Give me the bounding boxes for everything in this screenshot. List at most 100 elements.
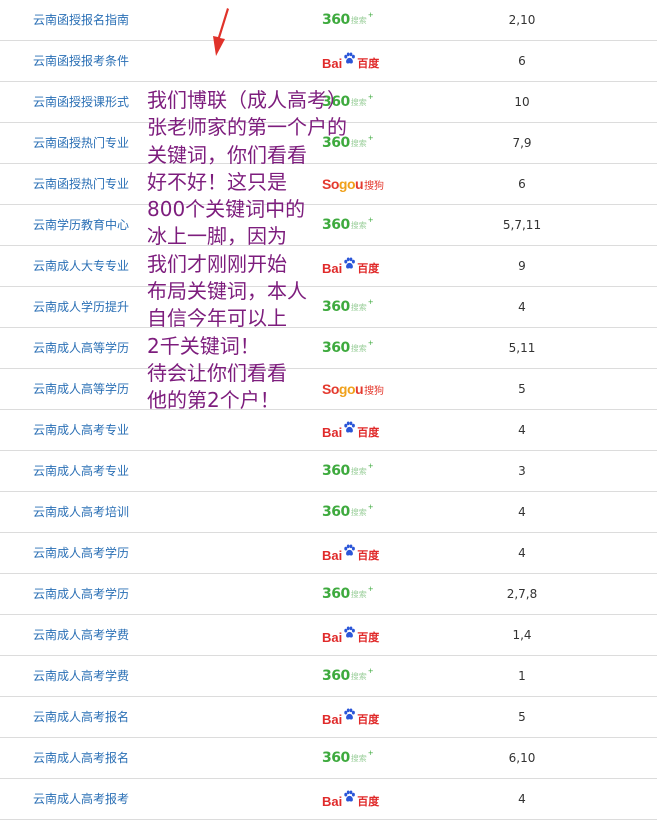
table-row: 云南成人高等学历 360 搜索 + 5,11 <box>0 328 657 369</box>
rank-positions: 5,11 <box>508 341 536 355</box>
rank-positions: 4 <box>518 792 526 806</box>
baidu-paw-icon <box>344 420 356 432</box>
keyword-ranking-table: 云南函授报名指南 360 搜索 + 2,10 云南函授报考条件 Bai 百度 6 云南函… <box>0 0 657 820</box>
search-engine-cell: Bai 百度 <box>322 246 392 286</box>
rank-positions: 6,10 <box>508 751 536 765</box>
table-row: 云南成人高考专业 360 搜索 + 3 <box>0 451 657 492</box>
keyword-link[interactable]: 云南学历教育中心 <box>33 205 129 245</box>
search-engine-cell: Bai 百度 <box>322 410 392 450</box>
sogou-logo: So go u 搜狗 <box>322 381 385 397</box>
360-search-logo: 360 搜索 + <box>322 749 374 766</box>
keyword-link[interactable]: 云南成人高考报名 <box>33 738 129 778</box>
360-search-logo: 360 搜索 + <box>322 503 374 520</box>
sogou-logo: So go u 搜狗 <box>322 176 385 192</box>
search-engine-cell: 360 搜索 + <box>322 82 392 122</box>
keyword-link[interactable]: 云南函授报名指南 <box>33 0 129 40</box>
baidu-paw-icon <box>344 625 356 637</box>
search-engine-cell: 360 搜索 + <box>322 287 392 327</box>
keyword-link[interactable]: 云南成人大专专业 <box>33 246 129 286</box>
keyword-link[interactable]: 云南函授热门专业 <box>33 164 129 204</box>
table-row: 云南成人高考培训 360 搜索 + 4 <box>0 492 657 533</box>
rank-positions: 6 <box>518 54 526 68</box>
360-search-logo: 360 搜索 + <box>322 11 374 28</box>
keyword-link[interactable]: 云南成人高考专业 <box>33 410 129 450</box>
table-row: 云南成人大专专业 Bai 百度 9 <box>0 246 657 287</box>
table-row: 云南学历教育中心 360 搜索 + 5,7,11 <box>0 205 657 246</box>
keyword-link[interactable]: 云南成人高等学历 <box>33 328 129 368</box>
search-engine-cell: Bai 百度 <box>322 779 392 819</box>
search-engine-cell: 360 搜索 + <box>322 738 392 778</box>
360-search-logo: 360 搜索 + <box>322 585 374 602</box>
baidu-paw-icon <box>344 256 356 268</box>
rank-positions: 4 <box>518 505 526 519</box>
rank-positions: 9 <box>518 259 526 273</box>
table-row: 云南函授报名指南 360 搜索 + 2,10 <box>0 0 657 41</box>
rank-positions: 6 <box>518 177 526 191</box>
rank-positions: 5 <box>518 382 526 396</box>
baidu-paw-icon <box>344 51 356 63</box>
keyword-link[interactable]: 云南函授授课形式 <box>33 82 129 122</box>
table-row: 云南成人学历提升 360 搜索 + 4 <box>0 287 657 328</box>
keyword-link[interactable]: 云南函授热门专业 <box>33 123 129 163</box>
keyword-link[interactable]: 云南函授报考条件 <box>33 41 129 81</box>
search-engine-cell: 360 搜索 + <box>322 205 392 245</box>
rank-positions: 5 <box>518 710 526 724</box>
keyword-link[interactable]: 云南成人高等学历 <box>33 369 129 409</box>
table-row: 云南成人高考报名 360 搜索 + 6,10 <box>0 738 657 779</box>
table-row: 云南函授热门专业 360 搜索 + 7,9 <box>0 123 657 164</box>
search-engine-cell: 360 搜索 + <box>322 328 392 368</box>
search-engine-cell: 360 搜索 + <box>322 123 392 163</box>
baidu-logo: Bai 百度 <box>322 699 379 739</box>
search-engine-cell: So go u 搜狗 <box>322 369 392 409</box>
search-engine-cell: So go u 搜狗 <box>322 164 392 204</box>
table-row: 云南成人高考报名 Bai 百度 5 <box>0 697 657 738</box>
keyword-link[interactable]: 云南成人高考培训 <box>33 492 129 532</box>
baidu-paw-icon <box>344 707 356 719</box>
table-row: 云南成人高考学历 360 搜索 + 2,7,8 <box>0 574 657 615</box>
rank-positions: 5,7,11 <box>502 218 542 232</box>
keyword-link[interactable]: 云南成人高考报考 <box>33 779 129 819</box>
rank-positions: 7,9 <box>512 136 532 150</box>
baidu-logo: Bai 百度 <box>322 248 379 288</box>
360-search-logo: 360 搜索 + <box>322 298 374 315</box>
table-row: 云南函授报考条件 Bai 百度 6 <box>0 41 657 82</box>
red-arrow-icon <box>213 8 229 56</box>
keyword-link[interactable]: 云南成人高考学历 <box>33 574 129 614</box>
table-row: 云南函授授课形式 360 搜索 + 10 <box>0 82 657 123</box>
search-engine-cell: 360 搜索 + <box>322 451 392 491</box>
rank-positions: 1 <box>518 669 526 683</box>
baidu-logo: Bai 百度 <box>322 617 379 657</box>
rank-positions: 2,7,8 <box>506 587 538 601</box>
360-search-logo: 360 搜索 + <box>322 134 374 151</box>
baidu-logo: Bai 百度 <box>322 535 379 575</box>
table-row: 云南成人高考专业 Bai 百度 4 <box>0 410 657 451</box>
keyword-link[interactable]: 云南成人高考学费 <box>33 615 129 655</box>
rank-positions: 4 <box>518 546 526 560</box>
search-engine-cell: Bai 百度 <box>322 533 392 573</box>
360-search-logo: 360 搜索 + <box>322 667 374 684</box>
rank-positions: 10 <box>514 95 530 109</box>
search-engine-cell: Bai 百度 <box>322 615 392 655</box>
keyword-link[interactable]: 云南成人高考学费 <box>33 656 129 696</box>
keyword-link[interactable]: 云南成人高考专业 <box>33 451 129 491</box>
360-search-logo: 360 搜索 + <box>322 93 374 110</box>
table-row: 云南函授热门专业 So go u 搜狗 6 <box>0 164 657 205</box>
search-engine-cell: 360 搜索 + <box>322 0 392 40</box>
keyword-link[interactable]: 云南成人高考学历 <box>33 533 129 573</box>
rank-positions: 2,10 <box>508 13 536 27</box>
search-engine-cell: Bai 百度 <box>322 697 392 737</box>
search-engine-cell: 360 搜索 + <box>322 574 392 614</box>
360-search-logo: 360 搜索 + <box>322 339 374 356</box>
rank-positions: 1,4 <box>512 628 532 642</box>
keyword-link[interactable]: 云南成人高考报名 <box>33 697 129 737</box>
search-engine-cell: 360 搜索 + <box>322 656 392 696</box>
baidu-logo: Bai 百度 <box>322 43 379 83</box>
table-row: 云南成人高考报考 Bai 百度 4 <box>0 779 657 820</box>
keyword-link[interactable]: 云南成人学历提升 <box>33 287 129 327</box>
rank-positions: 4 <box>518 423 526 437</box>
table-row: 云南成人高考学费 360 搜索 + 1 <box>0 656 657 697</box>
rank-positions: 4 <box>518 300 526 314</box>
baidu-logo: Bai 百度 <box>322 412 379 452</box>
search-engine-cell: Bai 百度 <box>322 41 392 81</box>
baidu-paw-icon <box>344 543 356 555</box>
